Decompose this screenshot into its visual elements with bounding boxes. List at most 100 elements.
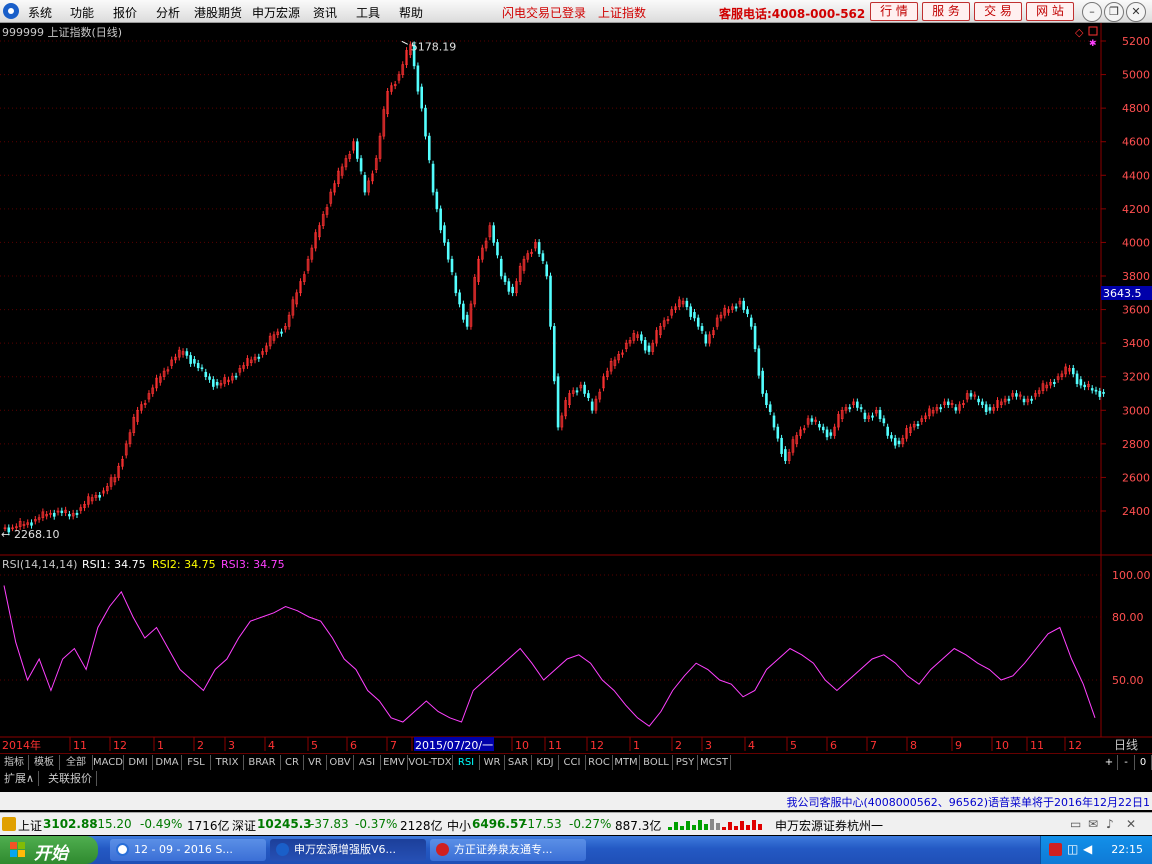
tab-dma[interactable]: DMA [153, 755, 182, 770]
candle-body [784, 449, 787, 461]
flash-trade-status[interactable]: 闪电交易已登录 [502, 4, 586, 21]
tab-mtm[interactable]: MTM [613, 755, 640, 770]
trade-button[interactable]: 交 易 [974, 2, 1022, 21]
candle-body [753, 326, 757, 350]
menu-tools[interactable]: 工具 [356, 4, 380, 21]
candle-body [1098, 390, 1102, 397]
date-tick-label: 12 [590, 739, 604, 752]
tab-roc[interactable]: ROC [586, 755, 613, 770]
candle-body [443, 225, 446, 243]
tab-asi[interactable]: ASI [354, 755, 381, 770]
window-toggle-icon[interactable] [1088, 26, 1098, 36]
volume-icon[interactable]: ◀ [1083, 842, 1092, 856]
candle-body [75, 512, 79, 515]
clock: 22:15 [1111, 843, 1143, 856]
chart-title: 999999 上证指数(日线) [2, 25, 122, 39]
sz-name[interactable]: 深证 [232, 817, 256, 834]
candle-body [647, 345, 651, 352]
high-label: 5178.19 [411, 40, 457, 53]
tab-control-button[interactable]: - [1118, 755, 1135, 770]
menu-shenwan[interactable]: 申万宏源 [252, 4, 300, 21]
lock-icon[interactable]: ▭ [1070, 817, 1081, 831]
tab-vr[interactable]: VR [304, 755, 327, 770]
task-browser[interactable]: 12 - 09 - 2016 S... [110, 839, 266, 861]
tab-control-button[interactable]: 0 [1135, 755, 1152, 770]
menu-news[interactable]: 资讯 [313, 4, 337, 21]
service-message[interactable]: 我公司客服中心(4008000562、96562)语音菜单将于2016年12月2… [786, 794, 1150, 810]
date-tick-label: 5 [311, 739, 318, 752]
tab-wr[interactable]: WR [480, 755, 505, 770]
shenwan-app-icon [276, 843, 289, 856]
tab-模板[interactable]: 模板 [29, 755, 60, 770]
tab-emv[interactable]: EMV [381, 755, 408, 770]
tab-mcst[interactable]: MCST [698, 755, 731, 770]
tab-kdj[interactable]: KDJ [532, 755, 559, 770]
minimize-icon[interactable]: – [1082, 2, 1102, 22]
market-breadth-icon [668, 819, 762, 830]
related-quote-tab[interactable]: 关联报价 [44, 771, 97, 786]
tab-brar[interactable]: BRAR [244, 755, 281, 770]
market-button[interactable]: 行 情 [870, 2, 918, 21]
price-tick-label: 4000 [1122, 236, 1150, 249]
breadth-bar [740, 821, 744, 830]
start-button[interactable]: 开始 [0, 836, 98, 864]
alert-icon[interactable]: ♪ [1106, 817, 1114, 831]
menu-quote[interactable]: 报价 [113, 4, 137, 21]
tab-trix[interactable]: TRIX [211, 755, 244, 770]
tab-sar[interactable]: SAR [505, 755, 532, 770]
mail-icon[interactable]: ✉ [1088, 817, 1098, 831]
price-chart[interactable]: 5200 5000 4800 4600 4400 4200 4000 3800 3600 3400… [0, 23, 1152, 753]
candle-body [212, 379, 215, 387]
candle-body [60, 510, 64, 513]
tab-rsi[interactable]: RSI [453, 755, 480, 770]
restore-icon[interactable]: ❐ [1104, 2, 1124, 22]
candle-body [757, 348, 761, 376]
tab-obv[interactable]: OBV [327, 755, 354, 770]
period-label[interactable]: 日线 [1114, 738, 1138, 752]
tab-vol-tdx[interactable]: VOL-TDX [408, 755, 453, 770]
tab-fsl[interactable]: FSL [182, 755, 211, 770]
menu-system[interactable]: 系统 [28, 4, 52, 21]
menu-function[interactable]: 功能 [70, 4, 94, 21]
candle-body [204, 371, 208, 378]
tab-全部[interactable]: 全部 [60, 755, 93, 770]
tab-psy[interactable]: PSY [673, 755, 698, 770]
candle-body [746, 309, 749, 315]
tab-control-button[interactable]: + [1101, 755, 1118, 770]
diamond-icon[interactable]: ◇ [1075, 26, 1084, 39]
menu-analysis[interactable]: 分析 [156, 4, 180, 21]
tray-app-icon[interactable] [1049, 843, 1062, 856]
chart-area[interactable]: 5200 5000 4800 4600 4400 4200 4000 3800 3600 3400… [0, 23, 1152, 753]
browser-icon [116, 843, 129, 856]
task-shenwan[interactable]: 申万宏源增强版V6... [270, 839, 426, 861]
website-button[interactable]: 网 站 [1026, 2, 1074, 21]
menu-hk-futures[interactable]: 港股期货 [194, 4, 242, 21]
expand-tab[interactable]: 扩展∧ [0, 771, 40, 786]
status-close-icon[interactable]: ✕ [1126, 817, 1136, 831]
date-tick-label: 7 [390, 739, 397, 752]
sh-name[interactable]: 上证 [18, 817, 42, 834]
date-tick-label: 4 [268, 739, 275, 752]
task-founder[interactable]: 方正证券泉友通专... [430, 839, 586, 861]
candle-body [1015, 393, 1018, 397]
date-tick-label: 10 [995, 739, 1009, 752]
zx-name[interactable]: 中小 [447, 817, 471, 834]
last-price: 3643.5 [1103, 287, 1142, 300]
menu-help[interactable]: 帮助 [399, 4, 423, 21]
tab-指标[interactable]: 指标 [0, 755, 29, 770]
tab-cr[interactable]: CR [281, 755, 304, 770]
candle-body [704, 334, 708, 344]
candle-body [1022, 398, 1026, 403]
candle-body [1102, 392, 1105, 394]
current-index-link[interactable]: 上证指数 [598, 4, 646, 21]
network-icon[interactable]: ◫ [1067, 842, 1078, 856]
service-button[interactable]: 服 务 [922, 2, 970, 21]
close-icon[interactable]: ✕ [1126, 2, 1146, 22]
date-tick-label: 1 [633, 739, 640, 752]
tab-cci[interactable]: CCI [559, 755, 586, 770]
candle-body [492, 225, 495, 243]
tab-boll[interactable]: BOLL [640, 755, 673, 770]
sz-change: -37.83 [310, 817, 349, 831]
tab-dmi[interactable]: DMI [124, 755, 153, 770]
tab-macd[interactable]: MACD [93, 755, 124, 770]
